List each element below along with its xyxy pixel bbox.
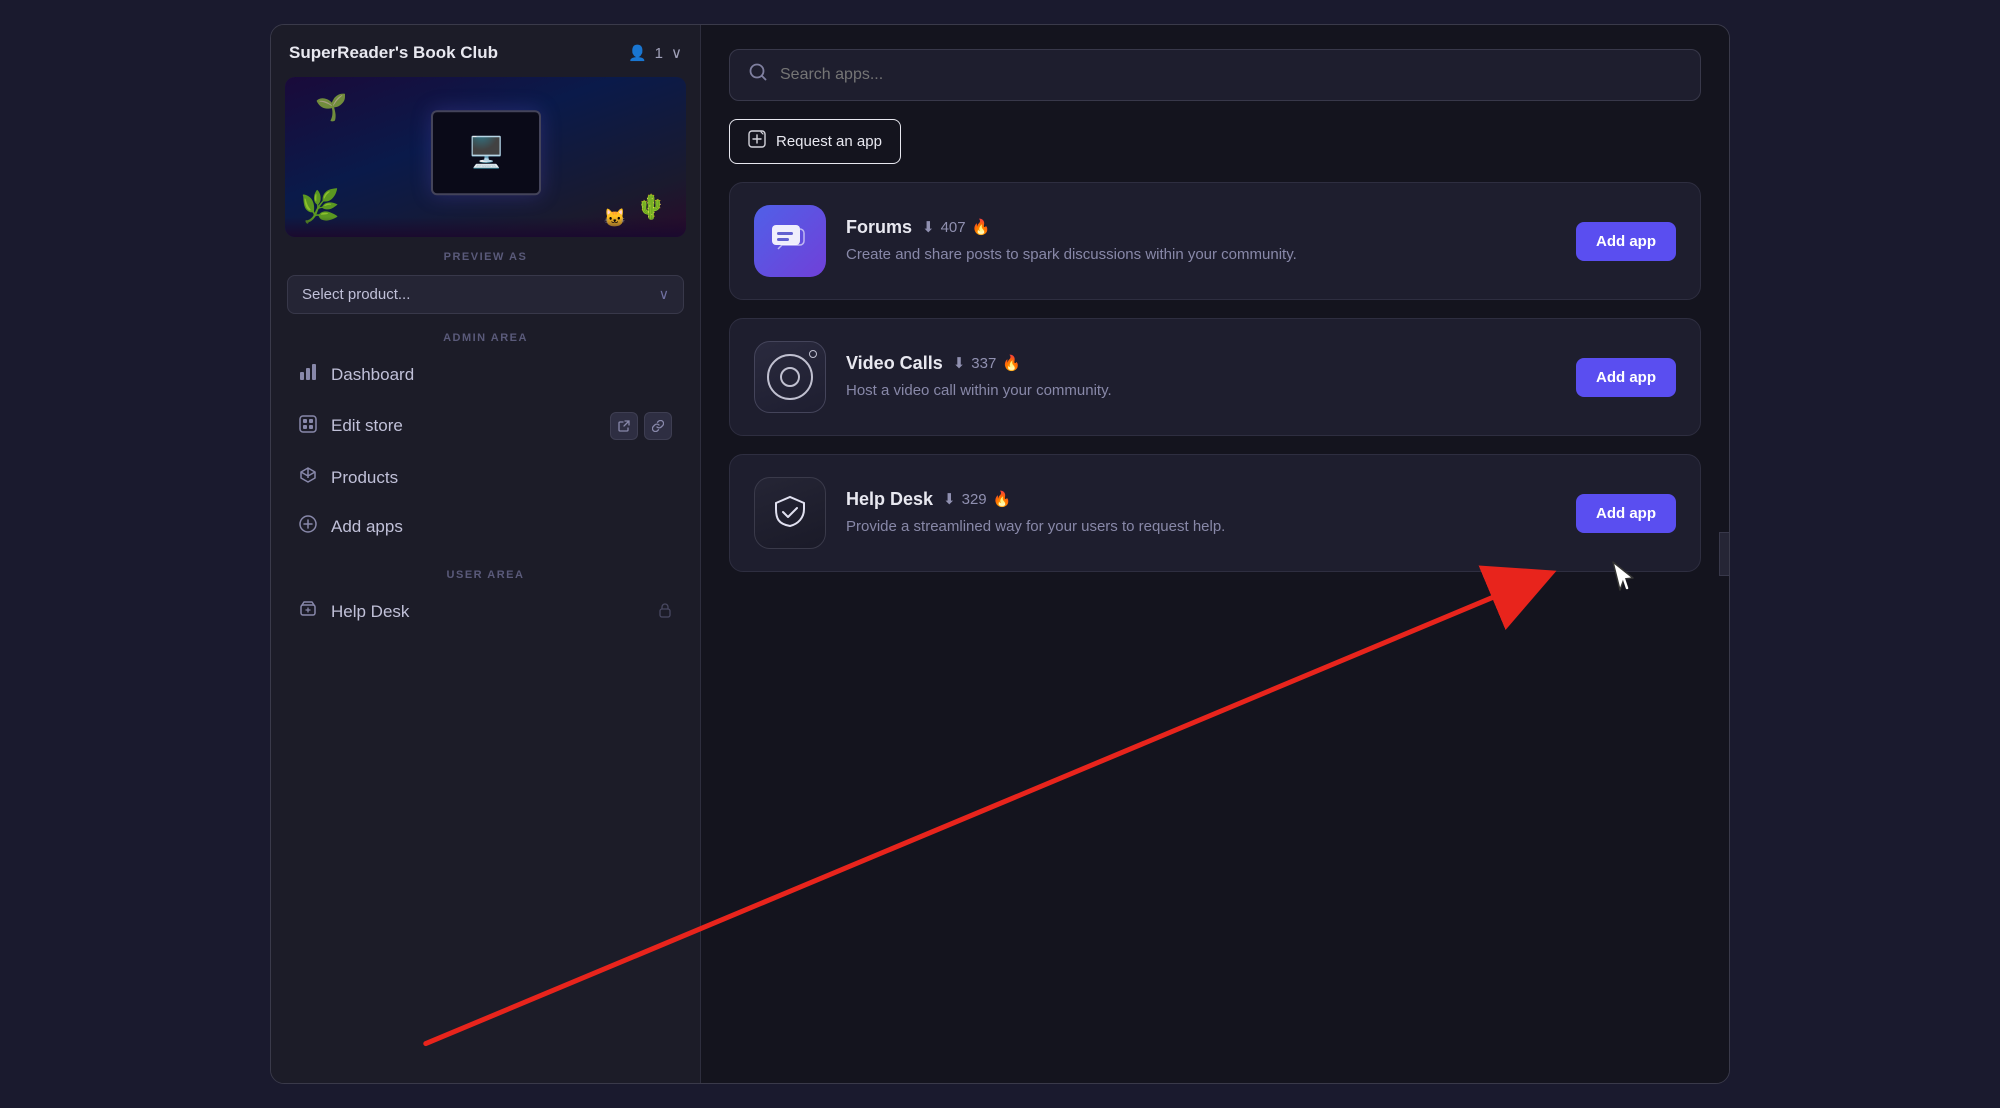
help-desk-app-desc: Provide a streamlined way for your users… — [846, 516, 1556, 538]
preview-placeholder: Select product... — [302, 286, 410, 303]
search-input[interactable] — [780, 66, 1682, 84]
sidebar-item-dashboard[interactable]: Dashboard — [279, 351, 692, 398]
user-area-label: USER AREA — [271, 551, 700, 587]
video-calls-name: Video Calls — [846, 353, 943, 374]
video-calls-desc: Host a video call within your community. — [846, 380, 1556, 402]
forums-info: Forums ⬇ 407 🔥 Create and share posts to… — [846, 217, 1556, 266]
external-link-button[interactable] — [610, 412, 638, 440]
products-icon — [299, 466, 317, 489]
member-count: 1 — [655, 45, 663, 62]
main-content: Request an app Forums — [701, 25, 1729, 1083]
add-apps-icon — [299, 515, 317, 538]
forums-downloads: 407 — [941, 219, 966, 236]
video-calls-stats: ⬇ 337 🔥 — [953, 354, 1021, 372]
dashboard-icon — [299, 363, 317, 386]
help-desk-app-info: Help Desk ⬇ 329 🔥 Provide a streamlined … — [846, 489, 1556, 538]
search-icon — [748, 62, 768, 88]
preview-label: PREVIEW AS — [271, 237, 700, 271]
video-calls-app-card: Video Calls ⬇ 337 🔥 Host a video call wi… — [729, 318, 1701, 436]
sidebar-item-add-apps[interactable]: Add apps — [279, 503, 692, 550]
help-desk-app-name: Help Desk — [846, 489, 933, 510]
store-title: SuperReader's Book Club — [289, 43, 498, 63]
forums-add-app-button[interactable]: Add app — [1576, 222, 1676, 261]
add-apps-label: Add apps — [331, 517, 403, 537]
forums-desc: Create and share posts to spark discussi… — [846, 244, 1556, 266]
search-bar — [729, 49, 1701, 101]
dropdown-chevron-icon[interactable]: ∨ — [671, 44, 682, 62]
video-calls-info: Video Calls ⬇ 337 🔥 Host a video call wi… — [846, 353, 1556, 402]
store-header: SuperReader's Book Club 👤 1 ∨ — [271, 25, 700, 77]
forums-name: Forums — [846, 217, 912, 238]
preview-chevron-icon: ∨ — [659, 286, 669, 303]
forums-name-row: Forums ⬇ 407 🔥 — [846, 217, 1556, 238]
help-desk-stats: ⬇ 329 🔥 — [943, 490, 1011, 508]
store-header-right: 👤 1 ∨ — [628, 44, 682, 62]
help-desk-icon — [754, 477, 826, 549]
sidebar-collapse-button[interactable]: ‹ — [1719, 532, 1730, 576]
sidebar-item-products[interactable]: Products — [279, 454, 692, 501]
request-icon — [748, 130, 766, 153]
dashboard-label: Dashboard — [331, 365, 414, 385]
help-desk-downloads: 329 — [962, 491, 987, 508]
video-calls-downloads: 337 — [971, 355, 996, 372]
hd-download-icon: ⬇ — [943, 490, 956, 508]
sidebar-item-help-desk[interactable]: Help Desk — [279, 588, 692, 635]
help-desk-nav-icon — [299, 600, 317, 623]
request-app-label: Request an app — [776, 133, 882, 150]
forums-stats: ⬇ 407 🔥 — [922, 218, 990, 236]
sidebar: SuperReader's Book Club 👤 1 ∨ 🌿 🌱 🌵 🐱 — [271, 25, 701, 1083]
help-desk-fire: 🔥 — [993, 490, 1012, 508]
edit-store-icon — [299, 415, 317, 438]
products-label: Products — [331, 468, 398, 488]
vc-download-icon: ⬇ — [953, 354, 966, 372]
admin-area-label: ADMIN AREA — [271, 314, 700, 350]
help-desk-add-app-button[interactable]: Add app — [1576, 494, 1676, 533]
help-desk-nav-label: Help Desk — [331, 602, 409, 622]
sidebar-item-edit-store[interactable]: Edit store — [279, 400, 692, 452]
video-calls-fire: 🔥 — [1002, 354, 1021, 372]
help-desk-name-row: Help Desk ⬇ 329 🔥 — [846, 489, 1556, 510]
link-button[interactable] — [644, 412, 672, 440]
preview-selector[interactable]: Select product... ∨ — [287, 275, 684, 314]
download-icon: ⬇ — [922, 218, 935, 236]
edit-store-actions — [610, 412, 672, 440]
help-desk-app-card: Help Desk ⬇ 329 🔥 Provide a streamlined … — [729, 454, 1701, 572]
request-btn-wrapper: Request an app — [729, 119, 1701, 164]
forums-icon — [754, 205, 826, 277]
edit-store-label: Edit store — [331, 416, 403, 436]
video-calls-add-app-button[interactable]: Add app — [1576, 358, 1676, 397]
person-icon: 👤 — [628, 44, 647, 62]
app-container: SuperReader's Book Club 👤 1 ∨ 🌿 🌱 🌵 🐱 — [270, 24, 1730, 1084]
video-calls-name-row: Video Calls ⬇ 337 🔥 — [846, 353, 1556, 374]
request-app-button[interactable]: Request an app — [729, 119, 901, 164]
help-desk-lock-icon — [658, 602, 672, 622]
forums-app-card: Forums ⬇ 407 🔥 Create and share posts to… — [729, 182, 1701, 300]
video-calls-icon — [754, 341, 826, 413]
forums-fire: 🔥 — [972, 218, 991, 236]
store-banner: 🌿 🌱 🌵 🐱 🖥️ — [285, 77, 686, 237]
